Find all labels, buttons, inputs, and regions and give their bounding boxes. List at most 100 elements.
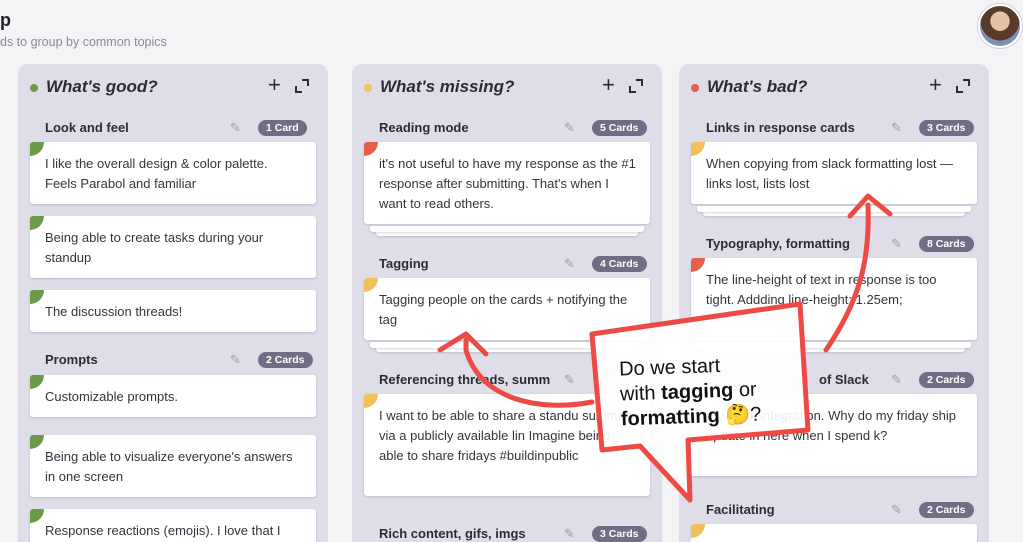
group-title: Prompts [45,352,98,367]
annotation-line: formatting 🤔? [620,403,762,433]
column-title: What's missing? [380,77,515,96]
card-count-badge: 3 Cards [592,526,647,542]
card-text: The discussion threads! [45,304,183,319]
card-text: Response reactions (emojis). I love that… [45,523,281,538]
reflection-card[interactable]: I like the overall design & color palett… [30,142,316,204]
add-icon[interactable]: + [929,74,942,96]
add-icon[interactable]: + [602,74,615,96]
card-text: Being able to visualize everyone's answe… [45,449,293,484]
card-count-badge: 4 Cards [592,256,647,272]
reflection-card[interactable]: Being able to visualize everyone's answe… [30,435,316,497]
card-tag [30,290,44,304]
card-tag [364,394,378,408]
pencil-icon[interactable]: ✎ [564,256,575,272]
group-title: of Slack [819,372,869,387]
card-text: I want to be able to share a standu summ… [379,408,636,463]
add-icon[interactable]: + [268,74,281,96]
card-count-badge: 2 Cards [258,352,313,368]
group-header[interactable]: Reading mode ✎ 5 Cards [352,118,662,138]
column-header: What's missing? + [352,64,662,110]
pencil-icon[interactable]: ✎ [891,502,902,518]
column-header: What's bad? + [679,64,989,110]
group-title: Tagging [379,256,429,271]
annotation-word: or [732,378,758,402]
reflection-card[interactable]: it's not useful to have my response as t… [364,142,650,224]
card-text: it's not useful to have my response as t… [379,156,636,211]
card-tag [30,435,44,449]
group-title: Facilitating [706,502,775,517]
group-header[interactable]: Prompts ✎ 2 Cards [18,350,328,370]
card-stack-shadow [697,206,971,212]
group-header[interactable]: Tagging ✎ 4 Cards [352,254,662,274]
status-dot [364,84,372,92]
reflection-card[interactable]: Tagging people on the cards + notifying … [364,278,650,340]
annotation-word: with [619,382,662,406]
card-stack-shadow [370,342,644,348]
group-header[interactable]: Typography, formatting ✎ 8 Cards [679,234,989,254]
expand-icon[interactable] [295,79,309,93]
reflection-card[interactable]: When copying from slack formatting lost … [691,142,977,204]
card-text: Tagging people on the cards + notifying … [379,292,628,327]
card-count-badge: 5 Cards [592,120,647,136]
reflection-card[interactable]: The discussion threads! [30,290,316,332]
group-header[interactable]: Links in response cards ✎ 3 Cards [679,118,989,138]
group-title: Look and feel [45,120,129,135]
expand-icon[interactable] [956,79,970,93]
card-tag [364,278,378,292]
reflection-card[interactable] [691,524,977,542]
card-tag [30,375,44,389]
card-tag [691,258,705,272]
column-title: What's bad? [707,77,808,96]
reflection-card[interactable]: Response reactions (emojis). I love that… [30,509,316,542]
group-title: Rich content, gifs, imgs [379,526,526,541]
annotation-text: Do we start with tagging or formatting 🤔… [619,353,762,433]
thinking-emoji-icon: 🤔? [724,403,762,427]
group-header[interactable]: Rich content, gifs, imgs ✎ 3 Cards [352,524,662,542]
card-tag [30,509,44,523]
reflection-card[interactable]: Being able to create tasks during your s… [30,216,316,278]
pencil-icon[interactable]: ✎ [230,352,241,368]
column-whats-bad: What's bad? + Links in response cards ✎ … [679,64,989,542]
column-title: What's good? [46,77,158,96]
pencil-icon[interactable]: ✎ [891,236,902,252]
card-tag [30,216,44,230]
pencil-icon[interactable]: ✎ [564,372,575,388]
avatar[interactable] [978,4,1022,48]
annotation-keyword: formatting [620,404,721,431]
pencil-icon[interactable]: ✎ [891,372,902,388]
reflection-card[interactable]: The line-height of text in response is t… [691,258,977,340]
card-tag [691,142,705,156]
column-whats-missing: What's missing? + Reading mode ✎ 5 Cards… [352,64,662,542]
card-tag [30,142,44,156]
card-count-badge: 2 Cards [919,372,974,388]
column-whats-good: What's good? + Look and feel ✎ 1 Card I … [18,64,328,542]
card-tag [364,142,378,156]
pencil-icon[interactable]: ✎ [564,526,575,542]
card-text: When copying from slack formatting lost … [706,156,954,191]
pencil-icon[interactable]: ✎ [230,120,241,136]
status-dot [691,84,699,92]
card-count-badge: 8 Cards [919,236,974,252]
pencil-icon[interactable]: ✎ [564,120,575,136]
group-header[interactable]: Referencing threads, summ ✎ [352,370,662,390]
annotation-keyword: tagging [660,379,734,405]
card-text: I like the overall design & color palett… [45,156,268,191]
card-count-badge: 1 Card [258,120,307,136]
group-title: Reading mode [379,120,469,135]
pencil-icon[interactable]: ✎ [891,120,902,136]
expand-icon[interactable] [629,79,643,93]
card-text: Being able to create tasks during your s… [45,230,264,265]
card-count-badge: 2 Cards [919,502,974,518]
page-title: p [0,10,11,30]
card-tag [691,524,705,538]
group-header[interactable]: Look and feel ✎ 1 Card [18,118,328,138]
card-count-badge: 3 Cards [919,120,974,136]
column-header: What's good? + [18,64,328,110]
card-stack-shadow [370,226,644,232]
group-title: Typography, formatting [706,236,850,251]
page-subtitle: ds to group by common topics [0,35,167,49]
reflection-card[interactable]: I want to be able to share a standu summ… [364,394,650,496]
group-header[interactable]: Facilitating ✎ 2 Cards [679,500,989,520]
reflection-card[interactable]: Customizable prompts. [30,375,316,417]
card-text: Customizable prompts. [45,389,178,404]
